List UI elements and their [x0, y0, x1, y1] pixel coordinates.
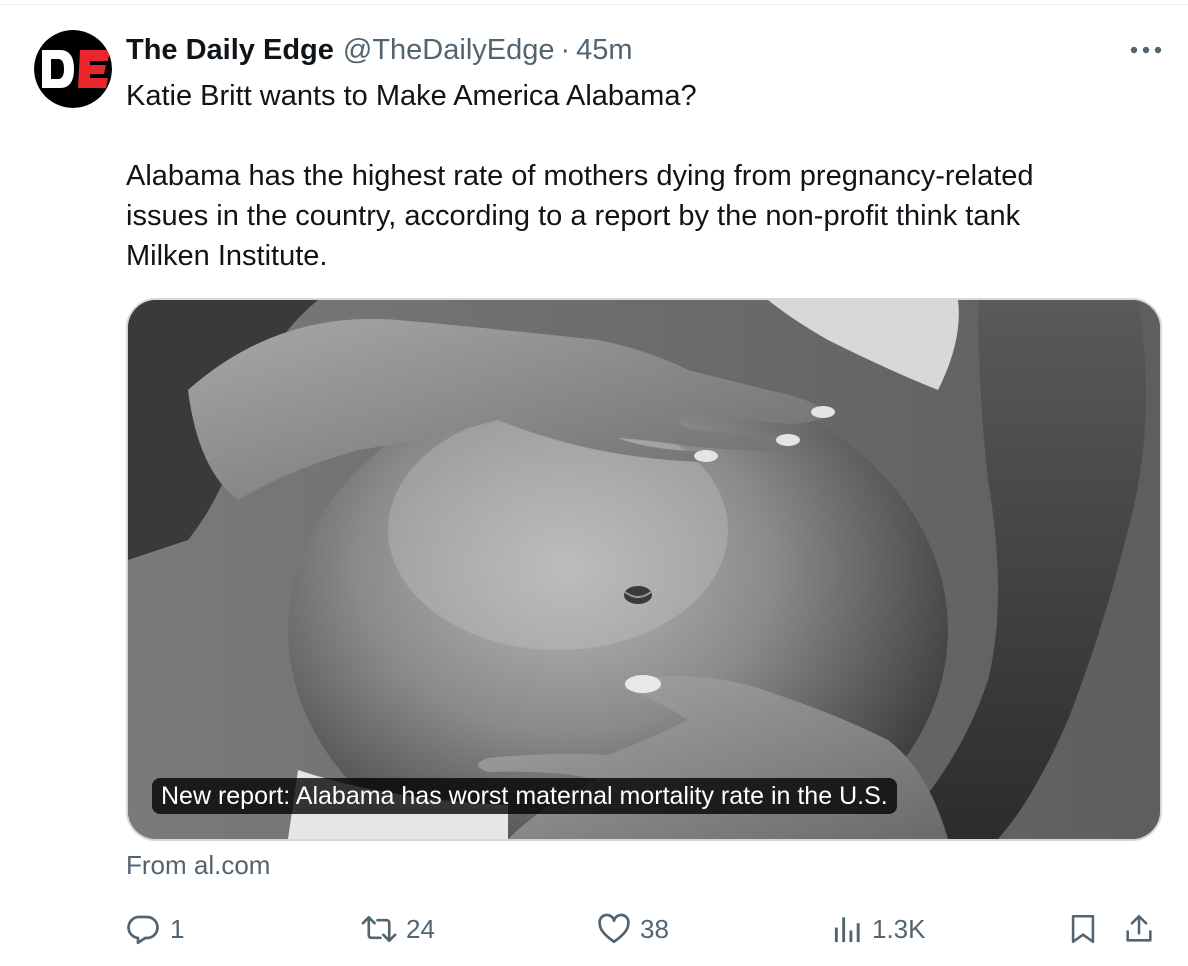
reply-icon [127, 915, 159, 945]
repost-icon [361, 915, 397, 943]
bookmark-button[interactable] [1066, 906, 1100, 952]
post-header: The Daily Edge @TheDailyEdge · 45m [126, 30, 633, 70]
author-name[interactable]: The Daily Edge [126, 34, 334, 67]
link-card[interactable]: New report: Alabama has worst maternal m… [126, 298, 1162, 841]
post-text: Katie Britt wants to Make America Alabam… [126, 76, 1136, 276]
more-options-button[interactable] [1126, 34, 1166, 66]
card-source[interactable]: From al.com [126, 850, 270, 881]
author-handle[interactable]: @TheDailyEdge [343, 34, 555, 67]
separator-dot: · [560, 33, 571, 66]
more-horizontal-icon [1130, 46, 1162, 54]
views-bar-chart-icon [834, 917, 860, 943]
post-text-line: issues in the country, according to a re… [126, 200, 1021, 232]
post-text-line: Milken Institute. [126, 240, 328, 272]
card-image [128, 300, 1160, 839]
views-count: 1.3K [872, 913, 926, 944]
share-button[interactable] [1122, 906, 1156, 952]
heart-icon [598, 913, 630, 944]
like-count: 38 [640, 913, 669, 944]
avatar[interactable] [34, 30, 112, 108]
reply-count: 1 [170, 913, 185, 944]
action-bar: 1 24 38 1.3K [126, 906, 1166, 952]
repost-count: 24 [406, 913, 435, 944]
timestamp[interactable]: 45m [576, 34, 632, 67]
share-icon [1126, 914, 1152, 942]
card-caption: New report: Alabama has worst maternal m… [152, 778, 897, 814]
top-divider [0, 4, 1188, 5]
post-text-line: Katie Britt wants to Make America Alabam… [126, 80, 697, 112]
like-button[interactable]: 38 [596, 906, 669, 952]
daily-edge-logo-icon [34, 30, 112, 108]
post-text-line: Alabama has the highest rate of mothers … [126, 160, 1034, 192]
views-button[interactable]: 1.3K [832, 906, 926, 952]
reply-button[interactable]: 1 [126, 906, 184, 952]
bookmark-icon [1071, 914, 1095, 944]
repost-button[interactable]: 24 [360, 906, 435, 952]
